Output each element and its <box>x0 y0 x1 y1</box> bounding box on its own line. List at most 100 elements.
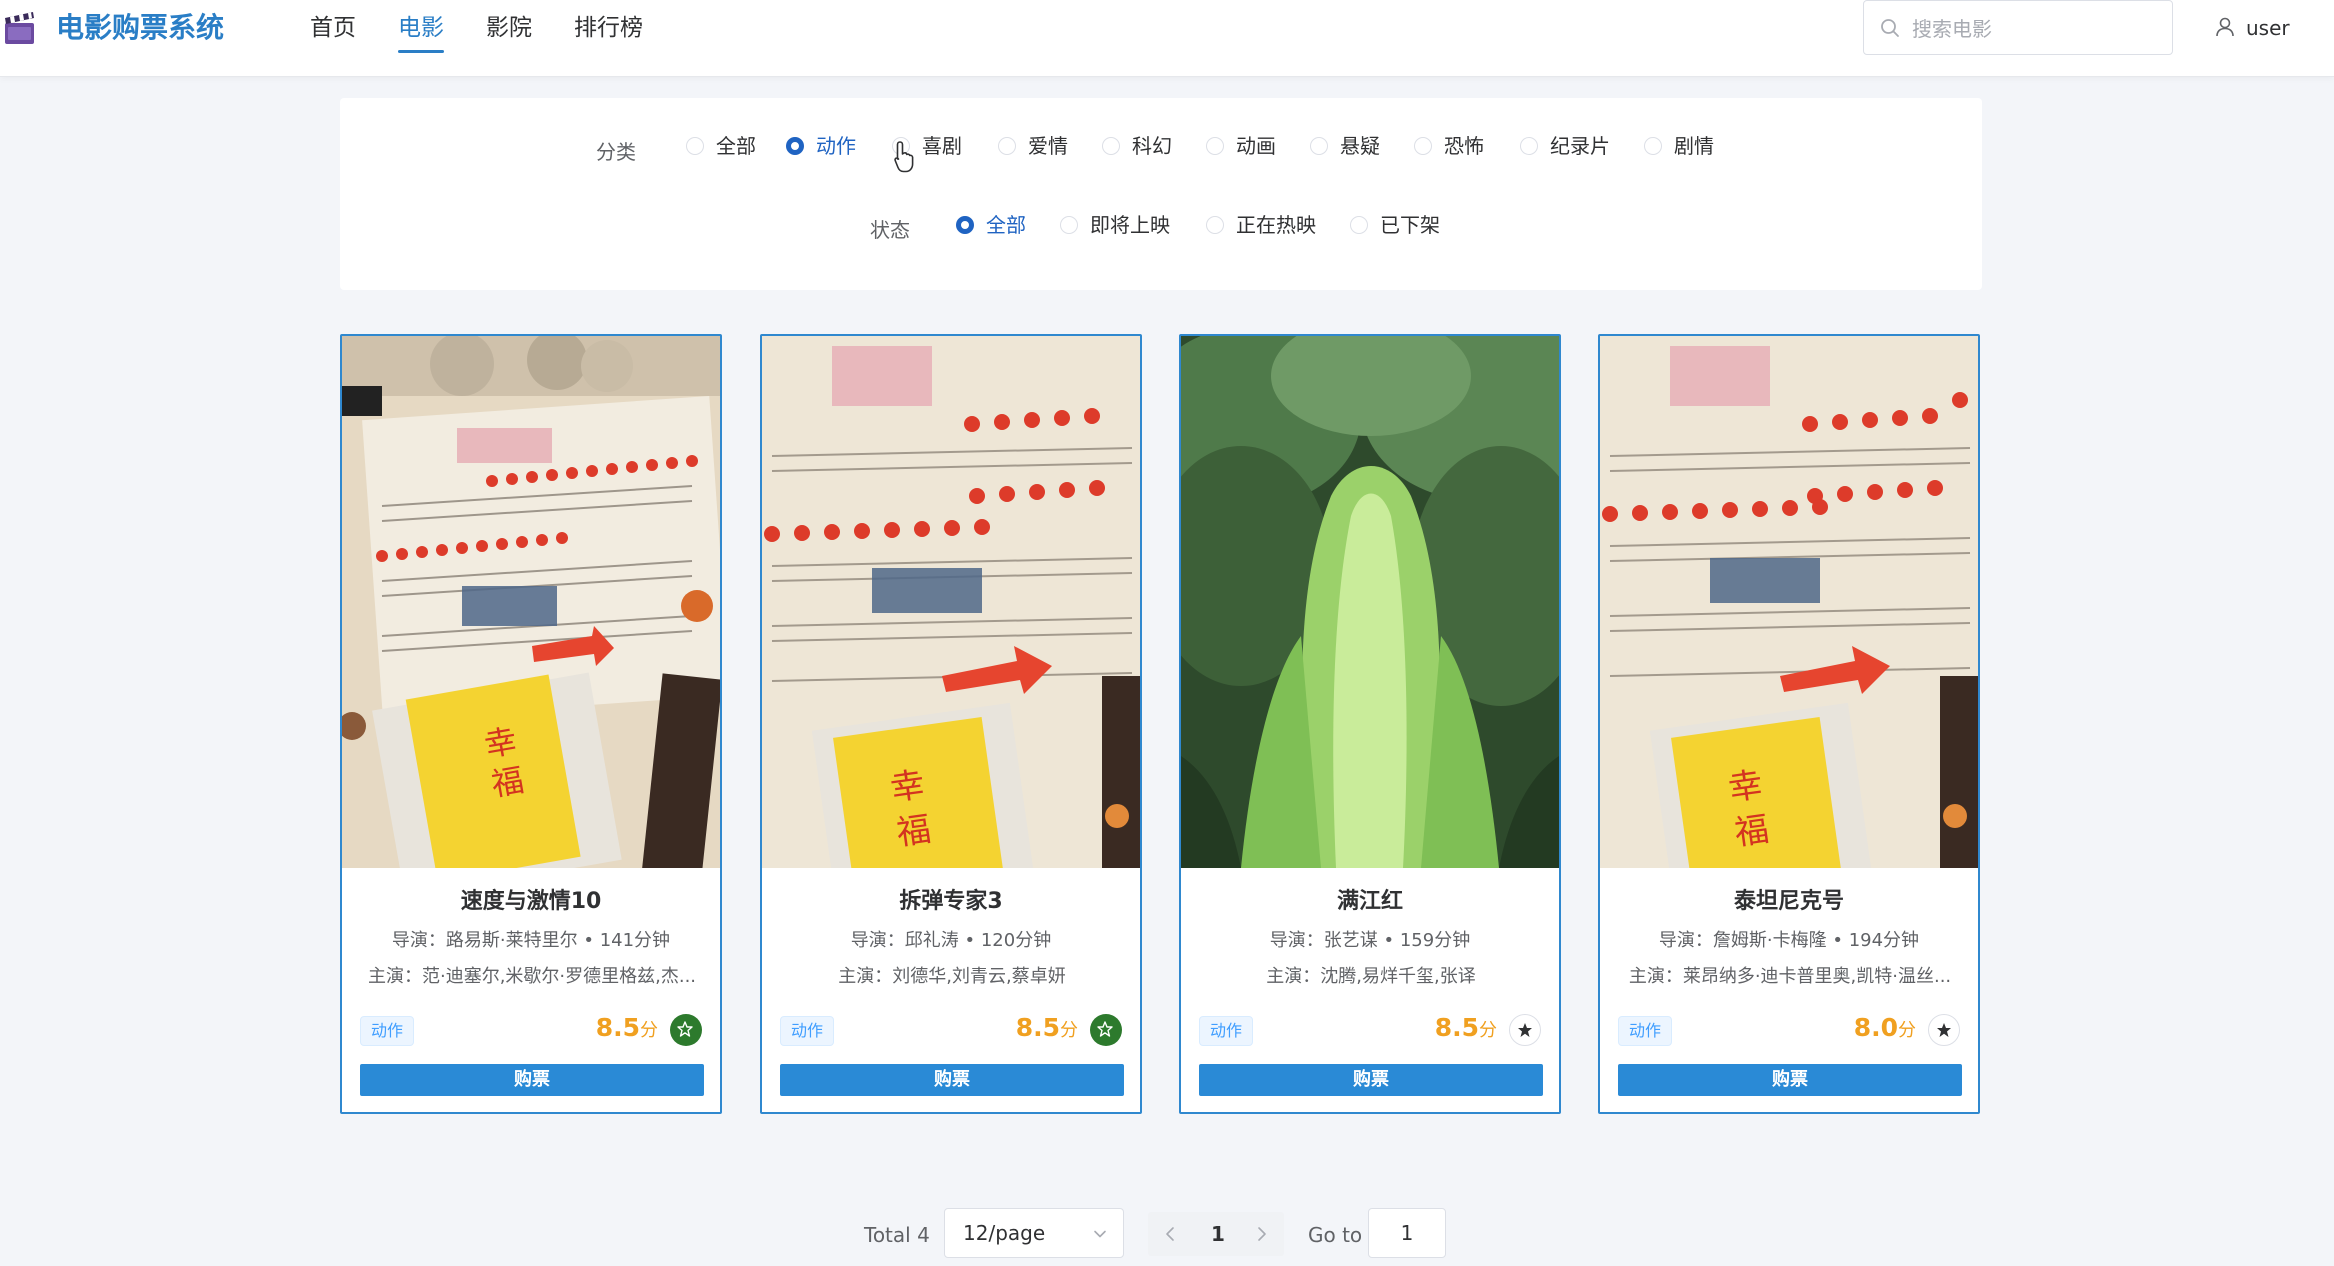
buy-ticket-button[interactable]: 购票 <box>1618 1064 1962 1096</box>
movie-cast: 主演：刘德华,刘青云,蔡卓妍 <box>838 966 1066 987</box>
radio-circle <box>1060 216 1078 234</box>
movie-title[interactable]: 拆弹专家3 <box>762 886 1140 918</box>
svg-text:福: 福 <box>894 809 933 853</box>
movie-rating: 8.5分 <box>1435 1010 1497 1049</box>
genre-tag: 动作 <box>780 1016 835 1046</box>
radio-circle <box>1414 137 1432 155</box>
goto-page-input[interactable] <box>1368 1208 1446 1258</box>
chevron-right-icon[interactable] <box>1252 1224 1272 1244</box>
rating-value: 8.5 <box>1015 1013 1060 1042</box>
page-number-current[interactable]: 1 <box>1200 1212 1236 1256</box>
rating-value: 8.5 <box>1434 1013 1479 1042</box>
rating-value: 8.0 <box>1853 1013 1898 1042</box>
top-header: 电影购票系统 首页 电影 影院 排行榜 user <box>0 0 2334 77</box>
star-filled-icon <box>1937 1023 1951 1037</box>
svg-text:幸: 幸 <box>888 765 927 809</box>
movie-cast: 主演：范·迪塞尔,米歇尔·罗德里格兹,杰... <box>367 966 697 987</box>
movie-poster-cabbage[interactable] <box>1181 336 1559 868</box>
movie-rating: 8.5分 <box>596 1010 658 1049</box>
movie-title[interactable]: 泰坦尼克号 <box>1600 886 1978 918</box>
star-outline-icon <box>1097 1021 1113 1037</box>
radio-circle <box>786 137 804 155</box>
movie-card[interactable]: 满江红 导演：张艺谋 • 159分钟 主演：沈腾,易烊千玺,张译 动作 8.5分… <box>1179 334 1561 1114</box>
search-icon <box>1881 19 1899 37</box>
rating-unit: 分 <box>1060 1020 1078 1041</box>
hand-pointer-cursor-icon <box>894 141 914 173</box>
search-input[interactable] <box>1910 1 2164 56</box>
radio-label: 纪录片 <box>1550 134 1610 158</box>
chevron-left-icon[interactable] <box>1160 1224 1180 1244</box>
radio-label: 悬疑 <box>1340 134 1380 158</box>
page-size-value: 12/page <box>963 1221 1046 1245</box>
status-filter-label: 状态 <box>870 218 910 242</box>
goto-label: Go to <box>1308 1223 1363 1247</box>
radio-circle <box>1644 137 1662 155</box>
radio-label: 科幻 <box>1132 134 1172 158</box>
radio-label: 爱情 <box>1028 134 1068 158</box>
radio-circle <box>956 216 974 234</box>
favorite-button[interactable] <box>670 1014 702 1046</box>
rating-unit: 分 <box>1898 1020 1916 1041</box>
rating-value: 8.5 <box>595 1013 640 1042</box>
radio-label: 剧情 <box>1674 134 1714 158</box>
brand-title[interactable]: 电影购票系统 <box>56 10 224 46</box>
radio-circle <box>1520 137 1538 155</box>
star-outline-icon <box>677 1021 693 1037</box>
movie-poster-journal[interactable]: 幸 福 <box>762 336 1140 868</box>
favorite-button[interactable] <box>1928 1014 1960 1046</box>
chevron-down-icon <box>1094 1230 1106 1238</box>
svg-text:福: 福 <box>489 761 527 804</box>
movie-director-duration: 导演：张艺谋 • 159分钟 <box>1269 930 1471 951</box>
search-box[interactable] <box>1863 0 2173 56</box>
star-filled-icon <box>1518 1023 1532 1037</box>
user-icon <box>2216 17 2234 37</box>
radio-label: 恐怖 <box>1444 134 1484 158</box>
favorite-button[interactable] <box>1090 1014 1122 1046</box>
buy-ticket-button[interactable]: 购票 <box>780 1064 1124 1096</box>
clapperboard-logo-icon <box>5 12 34 44</box>
nav-home[interactable]: 首页 <box>310 12 356 44</box>
movie-director-duration: 导演：邱礼涛 • 120分钟 <box>850 930 1052 951</box>
rating-unit: 分 <box>1479 1020 1497 1041</box>
nav-cinemas[interactable]: 影院 <box>486 12 532 44</box>
genre-tag: 动作 <box>1199 1016 1254 1046</box>
radio-circle <box>1310 137 1328 155</box>
genre-tag: 动作 <box>1618 1016 1673 1046</box>
buy-ticket-button[interactable]: 购票 <box>1199 1064 1543 1096</box>
radio-label: 动作 <box>816 134 856 158</box>
page-size-select[interactable]: 12/page <box>944 1208 1124 1258</box>
radio-label: 喜剧 <box>922 134 962 158</box>
radio-circle <box>1102 137 1120 155</box>
favorite-button[interactable] <box>1509 1014 1541 1046</box>
pagination-total: Total 4 <box>864 1223 930 1247</box>
pager: 1 <box>1148 1212 1284 1256</box>
movie-poster-journal[interactable]: 幸 福 <box>1600 336 1978 868</box>
movie-cast: 主演：沈腾,易烊千玺,张译 <box>1266 966 1476 987</box>
filter-panel: 分类 全部 动作 喜剧 爱情 科幻 动画 悬疑 恐怖 纪录片 剧情 状态 全部 … <box>340 98 1982 290</box>
radio-label: 动画 <box>1236 134 1276 158</box>
radio-label: 即将上映 <box>1090 213 1170 237</box>
radio-label: 正在热映 <box>1236 213 1316 237</box>
movie-poster-journal[interactable]: 幸 福 <box>342 336 720 868</box>
nav-movies-label: 电影 <box>398 15 444 41</box>
movie-card[interactable]: 幸 福 速度与激情10 导演：路易斯·莱特里尔 • 141分钟 主演：范·迪塞尔… <box>340 334 722 1114</box>
category-filter-label: 分类 <box>596 140 636 164</box>
svg-text:幸: 幸 <box>482 721 520 764</box>
radio-circle <box>1350 216 1368 234</box>
radio-circle <box>686 137 704 155</box>
radio-label: 已下架 <box>1380 213 1440 237</box>
genre-tag: 动作 <box>360 1016 415 1046</box>
nav-rankings[interactable]: 排行榜 <box>574 12 643 44</box>
movie-card[interactable]: 幸 福 拆弹专家3 导演：邱礼涛 • 120分钟 主演：刘德华,刘青云,蔡卓妍 … <box>760 334 1142 1114</box>
movie-director-duration: 导演：詹姆斯·卡梅隆 • 194分钟 <box>1658 930 1920 951</box>
movie-card[interactable]: 幸 福 泰坦尼克号 导演：詹姆斯·卡梅隆 • 194分钟 主演：莱昂纳多·迪卡普… <box>1598 334 1980 1114</box>
svg-text:幸: 幸 <box>1726 765 1765 809</box>
user-name: user <box>2246 16 2290 40</box>
svg-text:福: 福 <box>1732 809 1771 853</box>
movie-title[interactable]: 速度与激情10 <box>342 886 720 918</box>
movie-cast: 主演：莱昂纳多·迪卡普里奥,凯特·温丝... <box>1628 966 1952 987</box>
nav-movies[interactable]: 电影 <box>398 12 444 53</box>
movie-title[interactable]: 满江红 <box>1181 886 1559 918</box>
radio-label: 全部 <box>716 134 756 158</box>
buy-ticket-button[interactable]: 购票 <box>360 1064 704 1096</box>
